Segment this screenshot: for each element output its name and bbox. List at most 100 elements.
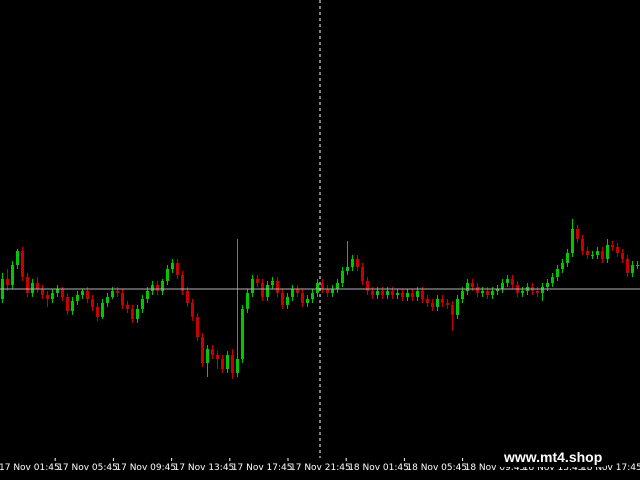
- price-chart[interactable]: 17 Nov 01:4517 Nov 05:4517 Nov 09:4517 N…: [0, 0, 640, 480]
- candle-body: [376, 291, 379, 295]
- candle: [281, 289, 284, 309]
- candle: [501, 279, 504, 293]
- candle: [261, 279, 264, 301]
- candle-body: [601, 251, 604, 259]
- candle-body: [321, 283, 324, 289]
- candle-body: [481, 291, 484, 293]
- candle: [436, 295, 439, 311]
- x-tick-label: 17 Nov 13:45: [174, 463, 235, 473]
- candle: [96, 303, 99, 321]
- candle: [636, 261, 639, 269]
- candle-body: [291, 289, 294, 297]
- candle-body: [91, 299, 94, 307]
- candle-body: [566, 253, 569, 263]
- candle: [306, 295, 309, 307]
- candle-body: [611, 245, 614, 247]
- candle-body: [311, 293, 314, 299]
- candle: [631, 261, 634, 277]
- candle: [611, 241, 614, 251]
- candle-body: [121, 293, 124, 305]
- x-tick-label: 17 Nov 01:45: [0, 463, 60, 473]
- candle-body: [371, 291, 374, 295]
- candle-body: [326, 289, 329, 293]
- candle-body: [131, 309, 134, 319]
- candle-body: [456, 299, 459, 315]
- candle-body: [606, 245, 609, 259]
- candle: [91, 295, 94, 311]
- candle: [196, 313, 199, 341]
- candle-body: [551, 277, 554, 283]
- candle-body: [476, 287, 479, 293]
- candle-body: [486, 291, 489, 295]
- candle: [361, 263, 364, 285]
- candle-body: [71, 301, 74, 311]
- candle: [291, 285, 294, 301]
- candle-body: [421, 291, 424, 299]
- candle: [191, 299, 194, 321]
- candle: [126, 301, 129, 313]
- candle-body: [356, 259, 359, 267]
- candle-body: [436, 299, 439, 307]
- candle-body: [471, 283, 474, 287]
- candle: [231, 349, 234, 379]
- candle-body: [106, 297, 109, 303]
- candle: [321, 279, 324, 293]
- candle: [446, 299, 449, 309]
- x-tick-label: 17 Nov 21:45: [290, 463, 351, 473]
- candle: [71, 297, 74, 315]
- candle: [466, 279, 469, 295]
- candle-body: [201, 337, 204, 363]
- candle: [51, 289, 54, 303]
- candle-body: [191, 303, 194, 317]
- candle-body: [156, 285, 159, 291]
- candle: [66, 293, 69, 315]
- candle-body: [626, 259, 629, 273]
- candle: [356, 255, 359, 271]
- candle: [431, 299, 434, 311]
- candle: [256, 275, 259, 287]
- candle: [571, 219, 574, 257]
- candle-body: [281, 293, 284, 305]
- candle: [211, 345, 214, 359]
- candle: [426, 295, 429, 307]
- candle-body: [186, 291, 189, 303]
- candle-body: [76, 295, 79, 301]
- candle-body: [206, 349, 209, 363]
- candle-body: [276, 281, 279, 293]
- candle-body: [446, 303, 449, 305]
- candle-body: [546, 283, 549, 287]
- candle: [366, 277, 369, 295]
- candle-body: [166, 269, 169, 281]
- candle-body: [56, 289, 59, 293]
- candle: [596, 247, 599, 259]
- candle: [251, 275, 254, 297]
- candle-body: [146, 291, 149, 299]
- candle-body: [491, 291, 494, 295]
- candle-body: [416, 291, 419, 297]
- candle-body: [221, 359, 224, 369]
- candle: [11, 261, 14, 289]
- candle-body: [576, 229, 579, 239]
- candle-body: [331, 289, 334, 293]
- candle: [236, 239, 239, 377]
- candle: [1, 273, 4, 303]
- candle: [336, 279, 339, 293]
- candle-body: [586, 251, 589, 255]
- candle-body: [241, 309, 244, 359]
- candle-body: [66, 297, 69, 311]
- candle-body: [16, 251, 19, 265]
- candle-body: [81, 291, 84, 295]
- candle: [216, 351, 219, 369]
- candle-body: [236, 359, 239, 373]
- candle-body: [271, 281, 274, 285]
- candle-body: [341, 271, 344, 283]
- candle-body: [381, 291, 384, 295]
- candle-body: [636, 265, 639, 266]
- candle: [6, 269, 9, 291]
- candle-body: [361, 267, 364, 281]
- candle-body: [261, 283, 264, 297]
- candle-body: [316, 283, 319, 293]
- candle: [341, 267, 344, 287]
- candle: [506, 275, 509, 287]
- candle-body: [111, 291, 114, 297]
